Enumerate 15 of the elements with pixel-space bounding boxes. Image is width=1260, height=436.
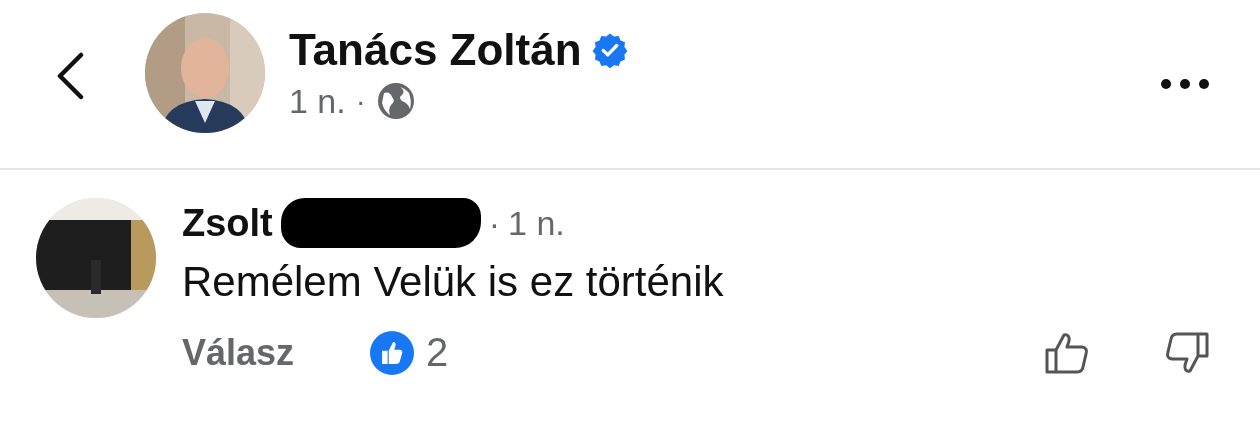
separator-dot: · — [488, 203, 501, 243]
like-reaction-icon — [370, 330, 415, 375]
commenter-name[interactable]: Zsolt — [182, 201, 273, 245]
thumbs-down-icon[interactable] — [1164, 330, 1210, 375]
comment-time: 1 n. — [508, 203, 565, 243]
reaction-count: 2 — [426, 330, 449, 375]
back-icon[interactable] — [55, 52, 85, 100]
more-options-icon[interactable] — [1160, 78, 1210, 90]
author-name[interactable]: Tanács Zoltán — [289, 25, 582, 75]
separator-dot: · — [355, 84, 366, 118]
reply-button[interactable]: Válasz — [182, 331, 295, 374]
thumbs-up-icon[interactable] — [1044, 330, 1090, 375]
comment-text: Remélem Velük is ez történik — [182, 258, 725, 306]
globe-icon — [375, 81, 416, 121]
post-time: 1 n. — [289, 81, 346, 121]
